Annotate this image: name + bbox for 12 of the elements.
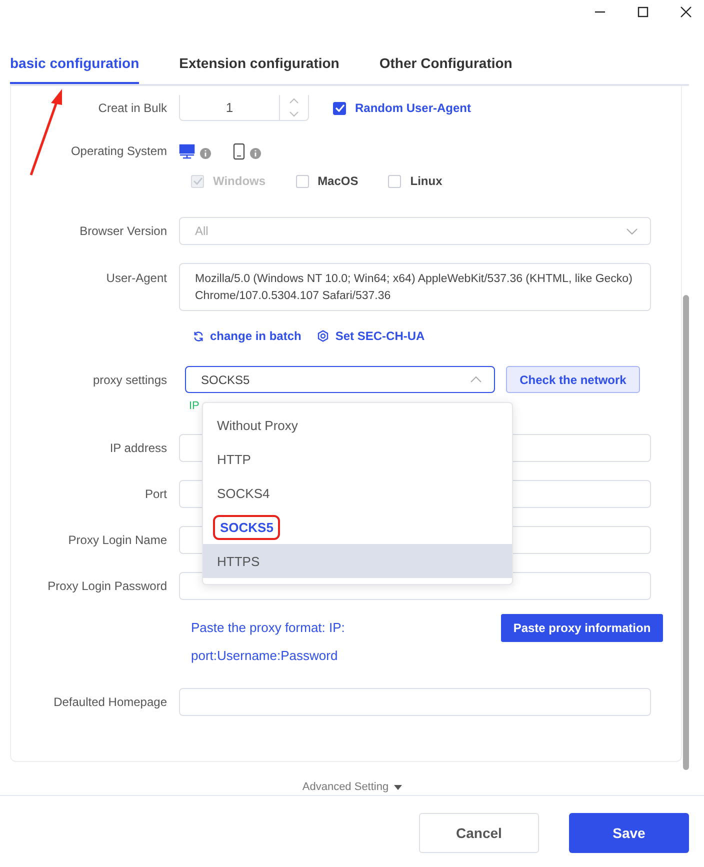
hint-text: Paste the proxy format: IP: port:Username:Password xyxy=(191,619,346,665)
field-label: Port xyxy=(144,487,168,501)
field-label: User-Agent xyxy=(105,270,168,285)
field-label: Creat in Bulk xyxy=(97,101,168,115)
field-label: Browser Version xyxy=(78,224,168,238)
field-label: Operating System xyxy=(70,144,168,158)
field-label: proxy settings xyxy=(92,372,168,386)
field-label: Proxy Login Password xyxy=(46,579,168,593)
field-label: IP address xyxy=(108,441,168,455)
status-text: IP xyxy=(189,400,200,412)
field-label: Proxy Login Name xyxy=(67,533,168,547)
field-label: Defaulted Homepage xyxy=(52,695,168,709)
